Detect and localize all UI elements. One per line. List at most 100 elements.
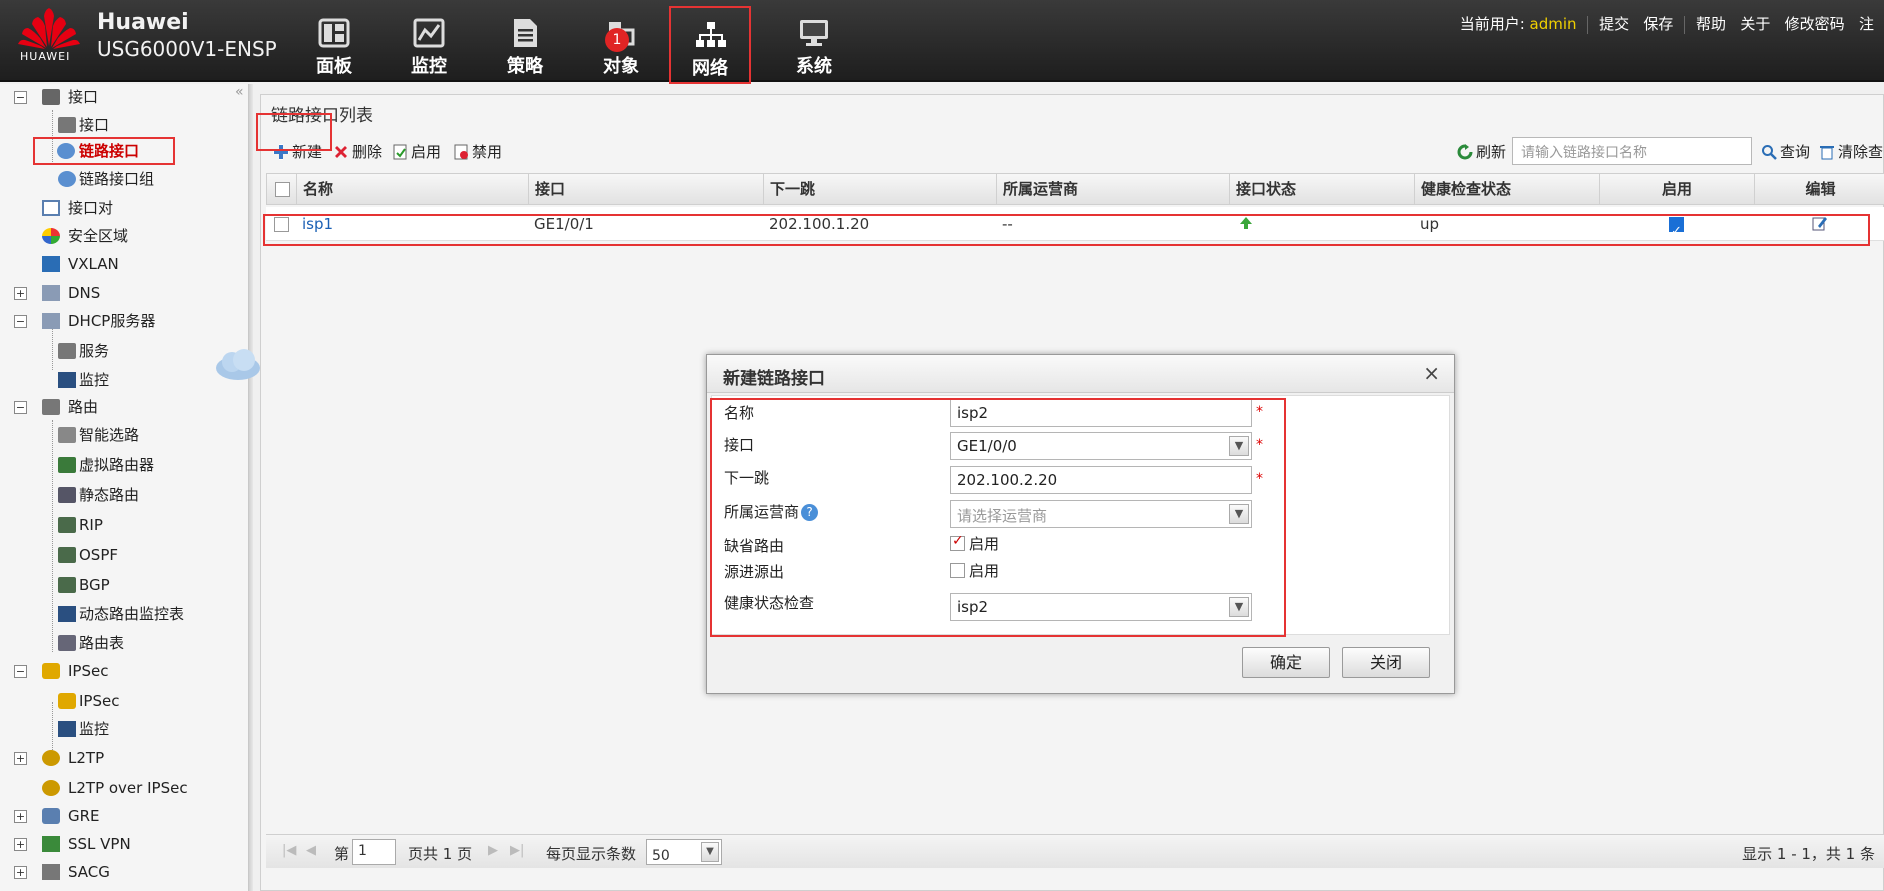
device-model: USG6000V1-ENSP — [97, 37, 277, 61]
collapse-toggle-icon[interactable]: − — [14, 665, 27, 678]
collapse-toggle-icon[interactable]: − — [14, 315, 27, 328]
close-icon[interactable]: × — [1423, 361, 1440, 385]
sidebar-item-label: BGP — [79, 576, 110, 594]
dns-icon — [42, 285, 60, 301]
sidebar-item-label: 链路接口组 — [79, 170, 155, 188]
collapse-toggle-icon[interactable]: − — [14, 91, 27, 104]
sidebar-item-label: SACG — [68, 863, 110, 881]
per-page-select[interactable]: 50 ▼ — [646, 839, 722, 865]
sidebar-item-link-interface-group[interactable]: 链路接口组 — [0, 166, 240, 192]
column-header[interactable]: 启用 — [1600, 174, 1755, 204]
collapse-toggle-icon[interactable]: − — [14, 401, 27, 414]
sidebar-item-dns[interactable]: + DNS — [0, 280, 240, 306]
about-link[interactable]: 关于 — [1740, 15, 1770, 33]
nav-label: 网络 — [692, 58, 728, 79]
nav-monitor[interactable]: 监控 — [389, 14, 469, 77]
sidebar-item-label: 路由表 — [79, 634, 125, 652]
current-user: admin — [1529, 15, 1577, 33]
sidebar-item-label: 路由 — [68, 398, 99, 416]
prev-page-icon[interactable]: ◀ — [306, 843, 316, 858]
sidebar-item-security-zone[interactable]: 安全区域 — [0, 223, 240, 249]
expand-toggle-icon[interactable]: + — [14, 752, 27, 765]
sidebar-item-label: GRE — [68, 807, 100, 825]
expand-toggle-icon[interactable]: + — [14, 810, 27, 823]
sidebar-item-dhcp-server[interactable]: − DHCP服务器 — [0, 308, 240, 334]
last-page-icon[interactable]: ▶| — [510, 843, 524, 858]
column-header[interactable]: 所属运营商 — [997, 174, 1230, 204]
sidebar-item-dhcp-service[interactable]: 服务 — [0, 338, 240, 364]
column-header[interactable]: 接口 — [529, 174, 764, 204]
link-interface-icon — [57, 143, 75, 159]
sidebar-item-interface[interactable]: 接口 — [0, 112, 240, 138]
submit-link[interactable]: 提交 — [1599, 15, 1629, 33]
next-page-icon[interactable]: ▶ — [488, 843, 498, 858]
sidebar-item-ipsec-group[interactable]: − IPSec — [0, 658, 240, 684]
sidebar-item-ssl-vpn[interactable]: + SSL VPN — [0, 831, 240, 857]
change-password-link[interactable]: 修改密码 — [1785, 15, 1845, 33]
column-header[interactable]: 编辑 — [1755, 174, 1884, 204]
network-tree-icon — [696, 22, 726, 47]
sidebar-item-label: L2TP over IPSec — [68, 779, 188, 797]
column-header[interactable]: 接口状态 — [1230, 174, 1415, 204]
page-number-input[interactable]: 1 — [352, 839, 396, 865]
l2tp-ipsec-icon — [42, 780, 60, 796]
column-header[interactable]: 名称 — [297, 174, 529, 204]
dialog-header: 新建链路接口 × — [707, 355, 1454, 393]
refresh-button[interactable]: 刷新 — [1457, 141, 1506, 162]
sidebar-item-label: 智能选路 — [79, 426, 140, 444]
sidebar-item-sacg[interactable]: + SACG — [0, 859, 240, 883]
monitor-icon — [58, 721, 76, 737]
delete-button[interactable]: 删除 — [333, 141, 382, 162]
logout-link[interactable]: 注 — [1859, 15, 1874, 33]
expand-toggle-icon[interactable]: + — [14, 287, 27, 300]
sidebar-item-routing[interactable]: − 路由 — [0, 394, 240, 420]
sidebar-item-interface-group[interactable]: − 接口 — [0, 84, 240, 110]
clear-query-button[interactable]: 清除查 — [1819, 141, 1883, 162]
ok-button[interactable]: 确定 — [1242, 647, 1330, 678]
sidebar-item-l2tp-over-ipsec[interactable]: L2TP over IPSec — [0, 775, 240, 801]
close-button[interactable]: 关闭 — [1342, 647, 1430, 678]
disable-icon — [453, 144, 469, 160]
rip-icon — [58, 517, 76, 533]
monitor-chart-icon — [413, 18, 445, 48]
sidebar-item-link-interface[interactable]: 链路接口 — [33, 137, 175, 165]
lock-icon — [42, 663, 60, 679]
nav-network[interactable]: 网络 — [669, 6, 751, 84]
select-all-checkbox[interactable] — [275, 182, 290, 197]
expand-toggle-icon[interactable]: + — [14, 866, 27, 879]
sidebar-item-dynamic-route-monitor[interactable]: 动态路由监控表 — [0, 601, 240, 627]
sidebar-item-label: DNS — [68, 284, 101, 302]
sidebar-item-virtual-router[interactable]: 虚拟路由器 — [0, 452, 240, 478]
chevron-down-icon[interactable]: ▼ — [701, 842, 719, 862]
sidebar-item-vxlan[interactable]: VXLAN — [0, 251, 240, 277]
sidebar-item-rip[interactable]: RIP — [0, 512, 240, 538]
first-page-icon[interactable]: |◀ — [282, 843, 296, 858]
column-header[interactable]: 健康检查状态 — [1415, 174, 1600, 204]
sidebar-item-smart-routing[interactable]: 智能选路 — [0, 422, 240, 448]
sidebar-item-ospf[interactable]: OSPF — [0, 542, 240, 568]
sidebar-item-ipsec-monitor[interactable]: 监控 — [0, 716, 240, 742]
nav-system[interactable]: 系统 — [774, 14, 854, 77]
clear-trash-icon — [1819, 144, 1835, 160]
help-link[interactable]: 帮助 — [1696, 15, 1726, 33]
sidebar-item-ipsec[interactable]: IPSec — [0, 688, 240, 714]
enable-button[interactable]: 启用 — [392, 141, 441, 162]
sidebar-item-bgp[interactable]: BGP — [0, 572, 240, 598]
nav-dashboard[interactable]: 面板 — [294, 14, 374, 77]
disable-button[interactable]: 禁用 — [453, 141, 502, 162]
query-button[interactable]: 查询 — [1761, 141, 1810, 162]
column-header[interactable]: 下一跳 — [764, 174, 997, 204]
sidebar-splitter[interactable] — [249, 84, 253, 891]
sidebar-item-l2tp[interactable]: + L2TP — [0, 745, 240, 771]
expand-toggle-icon[interactable]: + — [14, 838, 27, 851]
sidebar-item-route-table[interactable]: 路由表 — [0, 630, 240, 656]
sidebar-item-dhcp-monitor[interactable]: 监控 — [0, 367, 240, 393]
nav-policy[interactable]: 策略 — [485, 14, 565, 77]
save-link[interactable]: 保存 — [1643, 15, 1673, 33]
sidebar-item-gre[interactable]: + GRE — [0, 803, 240, 829]
refresh-icon — [1457, 144, 1473, 160]
sidebar-item-static-route[interactable]: 静态路由 — [0, 482, 240, 508]
link-interface-search-input[interactable]: 请输入链路接口名称 — [1512, 137, 1752, 165]
sidebar-item-interface-pair[interactable]: 接口对 — [0, 195, 240, 221]
monitor-icon — [58, 606, 76, 622]
